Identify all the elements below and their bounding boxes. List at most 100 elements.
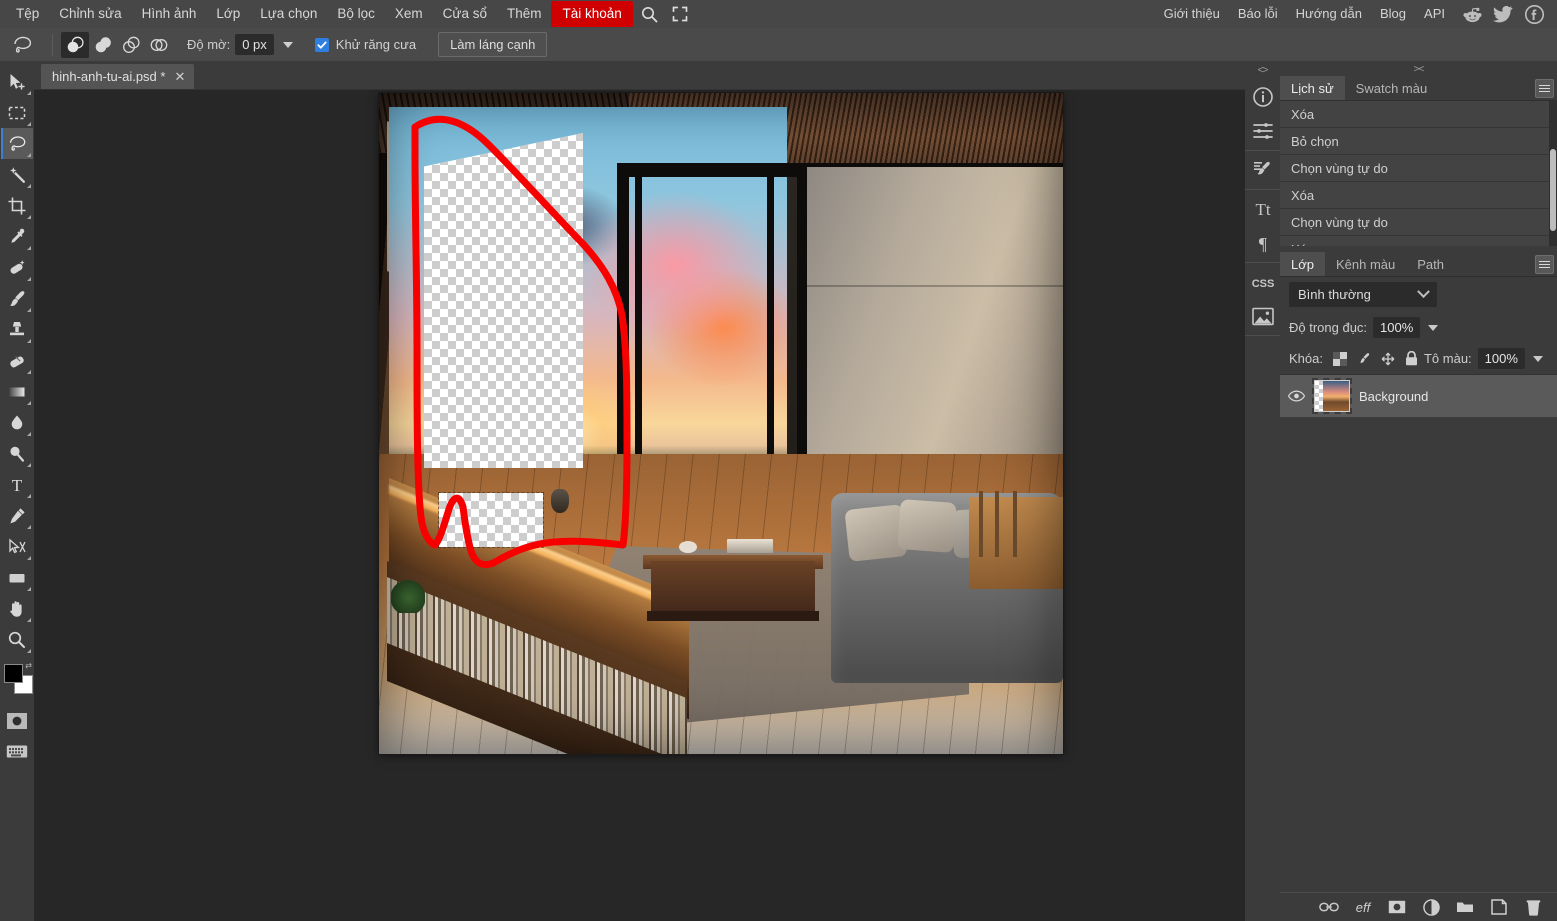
collapse-panels-icon[interactable]: <> bbox=[1245, 62, 1280, 78]
intersect-selection-button[interactable] bbox=[145, 32, 173, 58]
fullscreen-icon[interactable] bbox=[667, 1, 693, 27]
clone-stamp-tool[interactable] bbox=[1, 314, 33, 345]
zoom-tool[interactable] bbox=[1, 624, 33, 655]
layer-list[interactable]: Background bbox=[1280, 374, 1557, 844]
tab-channels[interactable]: Kênh màu bbox=[1325, 252, 1406, 276]
lasso-tool[interactable] bbox=[1, 128, 33, 159]
menu-tutorial[interactable]: Hướng dẫn bbox=[1287, 2, 1371, 26]
collapse-panel-handle[interactable]: >< bbox=[1280, 62, 1557, 76]
document-tab[interactable]: hinh-anh-tu-ai.psd * ✕ bbox=[41, 64, 195, 89]
add-to-selection-button[interactable] bbox=[89, 32, 117, 58]
opacity-dropdown-icon[interactable] bbox=[1428, 324, 1439, 331]
type-tool[interactable]: T bbox=[1, 469, 33, 500]
shape-tool[interactable] bbox=[1, 562, 33, 593]
path-select-tool[interactable] bbox=[1, 531, 33, 562]
tab-paths[interactable]: Path bbox=[1406, 252, 1455, 276]
transparency-lock-icon[interactable] bbox=[1332, 351, 1347, 366]
list-item[interactable]: Bỏ chọn bbox=[1280, 128, 1549, 155]
brush-tool[interactable] bbox=[1, 283, 33, 314]
adjustments-panel-icon[interactable] bbox=[1245, 114, 1280, 148]
opacity-input[interactable]: 100% bbox=[1373, 317, 1421, 338]
blur-tool[interactable] bbox=[1, 407, 33, 438]
layer-visibility-icon[interactable] bbox=[1288, 390, 1305, 402]
marquee-tool[interactable] bbox=[1, 97, 33, 128]
all-lock-icon[interactable] bbox=[1405, 351, 1418, 366]
hamburger-menu-icon[interactable] bbox=[1535, 79, 1554, 98]
tab-swatches[interactable]: Swatch màu bbox=[1345, 76, 1439, 100]
color-swatches[interactable]: ⇄ bbox=[1, 661, 33, 699]
menu-account[interactable]: Tài khoản bbox=[551, 1, 633, 27]
trash-icon[interactable] bbox=[1523, 897, 1543, 917]
checkbox-box[interactable] bbox=[314, 37, 329, 52]
fill-dropdown-icon[interactable] bbox=[1532, 355, 1543, 362]
menu-edit[interactable]: Chỉnh sửa bbox=[49, 2, 131, 26]
keyboard-shortcuts-icon[interactable] bbox=[1, 736, 33, 767]
history-scrollbar-track[interactable] bbox=[1549, 101, 1557, 246]
css-panel-icon[interactable]: CSS bbox=[1245, 265, 1280, 299]
twitter-icon[interactable] bbox=[1490, 1, 1516, 27]
feather-input[interactable]: 0 px bbox=[235, 34, 274, 55]
pen-tool[interactable] bbox=[1, 500, 33, 531]
hand-tool[interactable] bbox=[1, 593, 33, 624]
new-layer-icon[interactable] bbox=[1489, 897, 1509, 917]
subtract-from-selection-button[interactable] bbox=[117, 32, 145, 58]
eraser-tool[interactable] bbox=[1, 345, 33, 376]
antialias-checkbox[interactable]: Khử răng cưa bbox=[314, 37, 416, 52]
table-row[interactable]: Background bbox=[1280, 375, 1557, 417]
move-tool[interactable] bbox=[1, 66, 33, 97]
swap-colors-icon[interactable]: ⇄ bbox=[25, 661, 32, 670]
refine-edge-button[interactable]: Làm láng cạnh bbox=[438, 32, 548, 57]
layer-thumbnail[interactable] bbox=[1312, 378, 1352, 414]
menu-window[interactable]: Cửa sổ bbox=[433, 2, 497, 26]
paragraph-panel-icon[interactable]: ¶ bbox=[1245, 226, 1280, 260]
canvas-workspace[interactable] bbox=[34, 90, 1245, 921]
paint-lock-icon[interactable] bbox=[1357, 352, 1371, 366]
document-canvas[interactable] bbox=[379, 93, 1063, 754]
menu-blog[interactable]: Blog bbox=[1371, 2, 1415, 26]
list-item[interactable]: Xóa bbox=[1280, 236, 1549, 246]
list-item[interactable]: Xóa bbox=[1280, 101, 1549, 128]
quick-mask-toggle[interactable] bbox=[1, 705, 33, 736]
menu-api[interactable]: API bbox=[1415, 2, 1454, 26]
list-item[interactable]: Xóa bbox=[1280, 182, 1549, 209]
menu-more[interactable]: Thêm bbox=[497, 2, 552, 26]
magic-wand-tool[interactable] bbox=[1, 159, 33, 190]
history-list[interactable]: Xóa Bỏ chọn Chọn vùng tự do Xóa Chọn vùn… bbox=[1280, 101, 1557, 246]
blend-mode-select[interactable]: Bình thường bbox=[1289, 282, 1437, 307]
menu-filter[interactable]: Bộ lọc bbox=[327, 2, 385, 26]
character-panel-icon[interactable]: Tt bbox=[1245, 192, 1280, 226]
mask-icon[interactable] bbox=[1387, 897, 1407, 917]
effects-fx-icon[interactable]: eff bbox=[1353, 897, 1373, 917]
tab-history[interactable]: Lịch sử bbox=[1280, 76, 1345, 100]
feather-dropdown-icon[interactable] bbox=[282, 41, 293, 48]
menu-image[interactable]: Hình ảnh bbox=[132, 2, 207, 26]
image-panel-icon[interactable] bbox=[1245, 299, 1280, 333]
layer-name[interactable]: Background bbox=[1359, 389, 1428, 404]
move-lock-icon[interactable] bbox=[1381, 352, 1395, 366]
search-icon[interactable] bbox=[637, 1, 663, 27]
menu-about[interactable]: Giới thiệu bbox=[1155, 2, 1229, 26]
close-icon[interactable]: ✕ bbox=[174, 70, 185, 83]
menu-select[interactable]: Lựa chọn bbox=[250, 2, 327, 26]
hamburger-menu-icon[interactable] bbox=[1535, 255, 1554, 274]
foreground-color-swatch[interactable] bbox=[4, 664, 23, 683]
gradient-tool[interactable] bbox=[1, 376, 33, 407]
menu-file[interactable]: Tệp bbox=[6, 2, 49, 26]
list-item[interactable]: Chọn vùng tự do bbox=[1280, 209, 1549, 236]
info-panel-icon[interactable] bbox=[1245, 80, 1280, 114]
brushes-panel-icon[interactable] bbox=[1245, 153, 1280, 187]
reddit-icon[interactable] bbox=[1459, 1, 1485, 27]
menu-layer[interactable]: Lớp bbox=[206, 2, 250, 26]
eyedropper-tool[interactable] bbox=[1, 221, 33, 252]
half-circle-icon[interactable] bbox=[1421, 897, 1441, 917]
fill-input[interactable]: 100% bbox=[1477, 348, 1525, 369]
healing-brush-tool[interactable] bbox=[1, 252, 33, 283]
menu-view[interactable]: Xem bbox=[385, 2, 433, 26]
link-icon[interactable] bbox=[1319, 897, 1339, 917]
crop-tool[interactable] bbox=[1, 190, 33, 221]
list-item[interactable]: Chọn vùng tự do bbox=[1280, 155, 1549, 182]
history-scrollbar-thumb[interactable] bbox=[1550, 149, 1556, 231]
menu-report-bug[interactable]: Báo lỗi bbox=[1229, 2, 1287, 26]
dodge-tool[interactable] bbox=[1, 438, 33, 469]
tab-layers[interactable]: Lớp bbox=[1280, 252, 1325, 276]
